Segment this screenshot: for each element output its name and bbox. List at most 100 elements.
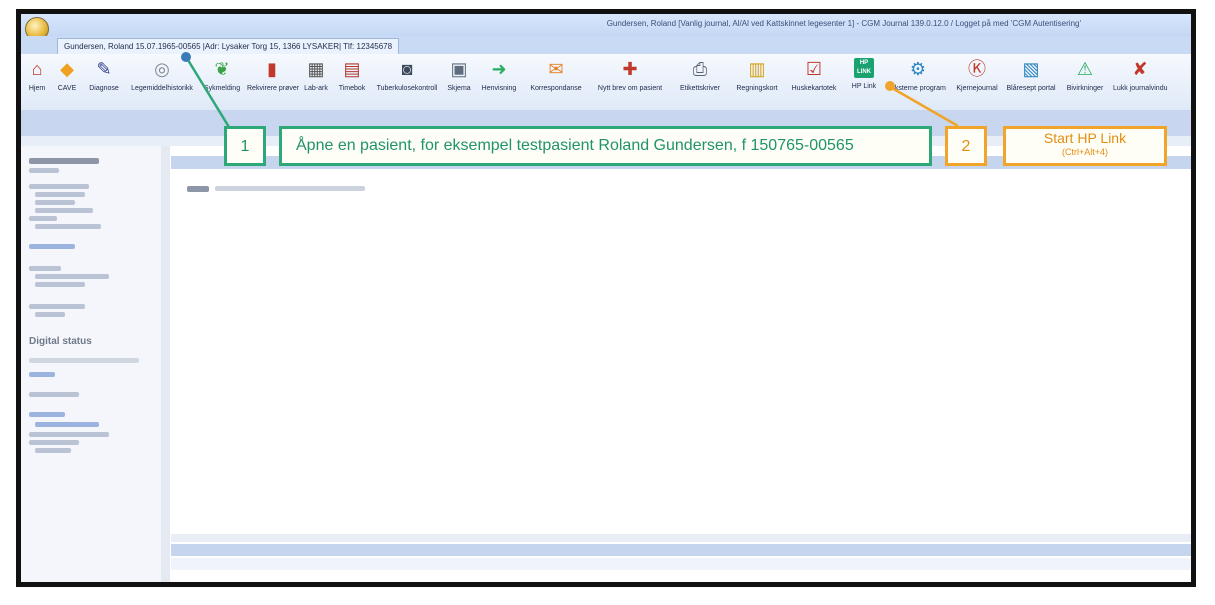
ribbon-button-bill-card[interactable]: ▥ Regningskort bbox=[731, 58, 783, 106]
blurred-line bbox=[35, 224, 101, 229]
lungs-icon: ◙ bbox=[401, 59, 413, 79]
referral-icon: ➜ bbox=[491, 59, 507, 79]
blurred-note-hint bbox=[215, 186, 365, 191]
ribbon-button-lab-sheet[interactable]: ▦ Lab-ark bbox=[301, 58, 331, 106]
blurred-line bbox=[35, 448, 71, 453]
ribbon-button-pen[interactable]: ✎ Diagnose bbox=[85, 58, 123, 106]
sick-note-icon: ❦ bbox=[214, 59, 230, 79]
side-effects-icon: ⚠ bbox=[1076, 59, 1094, 79]
blurred-line bbox=[29, 266, 61, 271]
ribbon-label: Diagnose bbox=[89, 85, 119, 92]
blurred-line bbox=[29, 358, 139, 363]
window-title: Gundersen, Roland [Vanlig journal, Al/Al… bbox=[606, 19, 1081, 28]
kj-icon: Ⓚ bbox=[968, 59, 986, 79]
footer-strip bbox=[171, 534, 1191, 542]
ribbon-label: HP Link bbox=[851, 83, 877, 90]
blurred-line bbox=[35, 282, 85, 287]
hp-link-icon: HP LINK bbox=[854, 58, 874, 78]
prescription-icon: ▧ bbox=[1022, 59, 1040, 79]
ribbon-button-lungs[interactable]: ◙ Tuberkulosekontroll bbox=[373, 58, 441, 106]
ribbon-button-close[interactable]: ✘ Lukk journalvindu bbox=[1113, 58, 1167, 106]
ribbon-label: Nytt brev om pasient bbox=[597, 85, 663, 92]
blurred-line bbox=[35, 208, 93, 213]
blurred-link[interactable] bbox=[29, 372, 55, 377]
journal-main-area bbox=[171, 146, 1191, 582]
ribbon-button-sick-note[interactable]: ❦ Sykmelding bbox=[201, 58, 243, 106]
ribbon-label: Skjema bbox=[447, 85, 471, 92]
ribbon-button-pill[interactable]: ◎ Legemiddelhistorikk bbox=[127, 58, 197, 106]
callout-step2-number: 2 bbox=[945, 126, 987, 166]
ribbon-button-referral[interactable]: ➜ Henvisning bbox=[477, 58, 521, 106]
ribbon-label: Legemiddelhistorikk bbox=[131, 85, 193, 92]
ribbon-label: Regningskort bbox=[736, 85, 778, 92]
ribbon-label: Korrespondanse bbox=[530, 85, 582, 92]
app-screenshot: Gundersen, Roland [Vanlig journal, Al/Al… bbox=[16, 9, 1196, 587]
calendar-icon: ▤ bbox=[343, 59, 361, 79]
blurred-line bbox=[29, 440, 79, 445]
ribbon-label: Timebok bbox=[338, 85, 366, 92]
ribbon-button-side-effects[interactable]: ⚠ Bivirkninger bbox=[1061, 58, 1109, 106]
close-icon: ✘ bbox=[1132, 59, 1148, 79]
callout-step1-text: Åpne en pasient, for eksempel testpasien… bbox=[279, 126, 932, 166]
footer-header-blurred bbox=[171, 544, 1191, 556]
ribbon-button-printer[interactable]: ⎙ Etikettskriver bbox=[673, 58, 727, 106]
ribbon-label: Lukk journalvindu bbox=[1113, 85, 1168, 92]
blurred-line bbox=[29, 392, 79, 397]
ribbon-label: Bivirkninger bbox=[1066, 85, 1104, 92]
ribbon-label: Rekvirere prøver bbox=[247, 85, 300, 92]
footer-row-blurred bbox=[171, 558, 1191, 570]
warning-icon: ◆ bbox=[60, 59, 74, 79]
home-icon: ⌂ bbox=[31, 59, 43, 79]
ribbon-label: Hjem bbox=[28, 85, 46, 92]
blurred-line bbox=[35, 192, 85, 197]
blurred-link[interactable] bbox=[29, 244, 75, 249]
ribbon-label: Sykmelding bbox=[203, 85, 241, 92]
blurred-label bbox=[187, 186, 209, 192]
ribbon-button-calendar[interactable]: ▤ Timebok bbox=[335, 58, 369, 106]
envelope-icon: ✉ bbox=[548, 59, 564, 79]
ribbon-button-home[interactable]: ⌂ Hjem bbox=[25, 58, 49, 106]
patient-tab[interactable]: Gundersen, Roland 15.07.1965-00565 |Adr:… bbox=[57, 38, 400, 55]
blurred-link[interactable] bbox=[29, 412, 65, 417]
ribbon-label: Henvisning bbox=[481, 85, 517, 92]
patient-sidebar: Digital status bbox=[21, 146, 162, 582]
ribbon-label: Tuberkulosekontroll bbox=[376, 85, 438, 92]
new-letter-icon: ✚ bbox=[622, 59, 638, 79]
ribbon-button-prescription[interactable]: ▧ Blåresept portal bbox=[1005, 58, 1057, 106]
blurred-line bbox=[35, 312, 65, 317]
external-program-icon: ⚙ bbox=[909, 59, 927, 79]
ribbon-button-new-letter[interactable]: ✚ Nytt brev om pasient bbox=[591, 58, 669, 106]
ribbon-label: Huskekartotek bbox=[791, 85, 837, 92]
ribbon-button-external-program[interactable]: ⚙ Eksterne program bbox=[887, 58, 949, 106]
ribbon-label: CAVE bbox=[57, 85, 77, 92]
bill-card-icon: ▥ bbox=[748, 59, 766, 79]
blurred-line bbox=[35, 200, 75, 205]
ribbon-button-form[interactable]: ▣ Skjema bbox=[445, 58, 473, 106]
callout-step2-box: Start HP Link (Ctrl+Alt+4) bbox=[1003, 126, 1167, 166]
patient-tab-row: Gundersen, Roland 15.07.1965-00565 |Adr:… bbox=[21, 36, 1191, 55]
blurred-line bbox=[35, 274, 109, 279]
callout-step2-shortcut: (Ctrl+Alt+4) bbox=[1061, 147, 1108, 157]
ribbon-button-test-tube[interactable]: ▮ Rekvirere prøver bbox=[247, 58, 300, 106]
ribbon-button-checklist[interactable]: ☑ Huskekartotek bbox=[787, 58, 841, 106]
ribbon-button-kj[interactable]: Ⓚ Kjernejournal bbox=[953, 58, 1001, 106]
ribbon-button-warning[interactable]: ◆ CAVE bbox=[53, 58, 81, 106]
ribbon-button-envelope[interactable]: ✉ Korrespondanse bbox=[525, 58, 587, 106]
pen-icon: ✎ bbox=[96, 59, 112, 79]
sidebar-scrollbar[interactable] bbox=[161, 146, 170, 582]
test-tube-icon: ▮ bbox=[267, 59, 277, 79]
ribbon-button-hp-link[interactable]: HP LINK HP Link bbox=[845, 58, 883, 106]
blurred-line bbox=[29, 168, 59, 173]
blurred-line bbox=[29, 304, 85, 309]
ribbon-label: Eksterne program bbox=[890, 85, 946, 92]
checklist-icon: ☑ bbox=[805, 59, 823, 79]
callout-step2-title: Start HP Link bbox=[1043, 130, 1127, 146]
pill-icon: ◎ bbox=[154, 59, 170, 79]
ribbon-toolbar: ⌂ Hjem ◆ CAVE ✎ Diagnose ◎ Legemiddelhistorikk ❦… bbox=[21, 54, 1191, 111]
ribbon-label: Etikettskriver bbox=[679, 85, 721, 92]
lab-sheet-icon: ▦ bbox=[307, 59, 325, 79]
ribbon-label: Lab-ark bbox=[304, 85, 328, 92]
blurred-link[interactable] bbox=[35, 422, 99, 427]
ribbon-label: Kjernejournal bbox=[956, 85, 998, 92]
form-icon: ▣ bbox=[450, 59, 468, 79]
